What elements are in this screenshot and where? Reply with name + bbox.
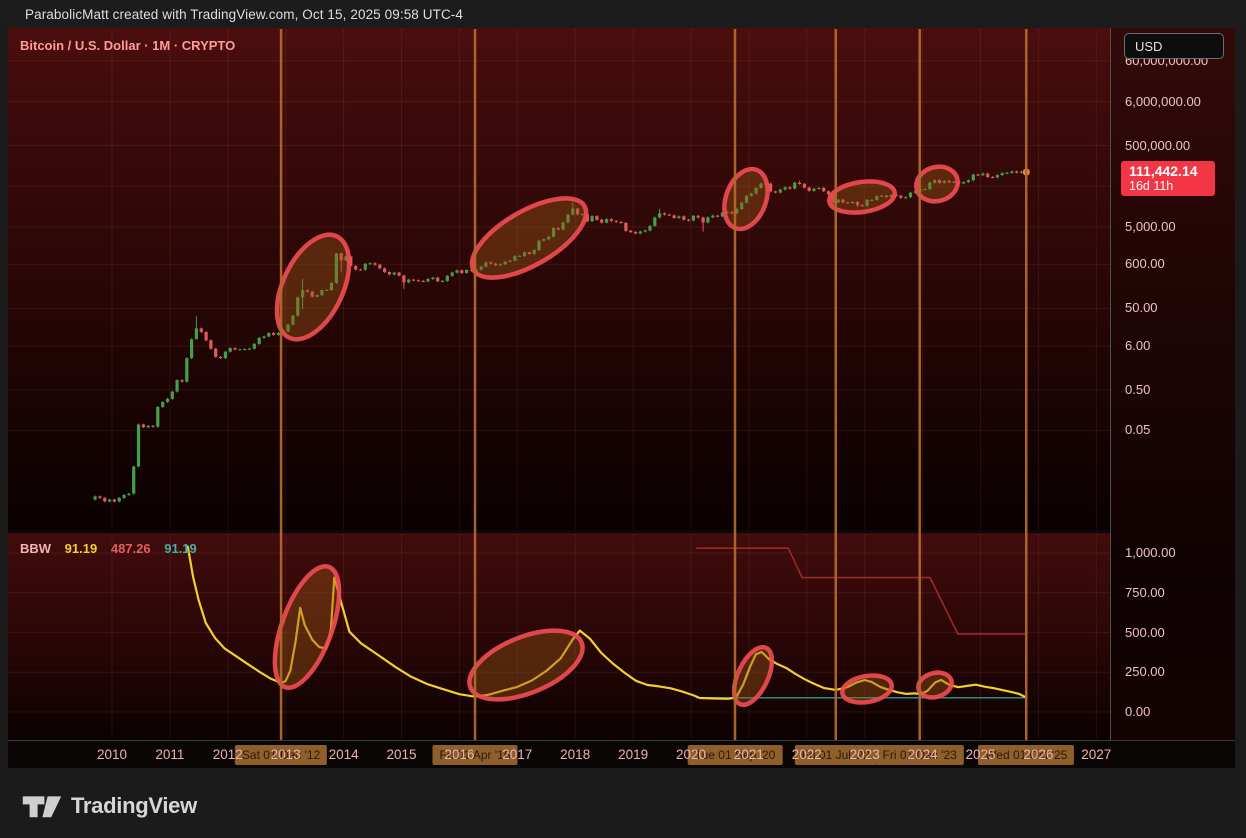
year-tick-label: 2014 — [329, 747, 359, 762]
year-tick-label: 2026 — [1023, 747, 1053, 762]
bbw-legend[interactable]: BBW 91.19 487.26 91.19 — [20, 541, 197, 556]
bbw-highest-line — [697, 548, 1026, 634]
annotation-ellipse[interactable] — [827, 178, 897, 217]
year-tick-label: 2012 — [213, 747, 243, 762]
symbol-legend[interactable]: Bitcoin / U.S. Dollar · 1M · CRYPTO — [20, 38, 235, 53]
year-tick-label: 2013 — [271, 747, 301, 762]
annotation-ellipse[interactable] — [262, 558, 353, 695]
bbw-legend-title: BBW — [20, 541, 51, 556]
year-tick-label: 2022 — [792, 747, 822, 762]
year-tick-label: 2016 — [444, 747, 474, 762]
currency-toggle-button[interactable]: USD — [1124, 33, 1224, 59]
annotation-ellipse[interactable] — [915, 669, 954, 701]
year-tick-label: 2011 — [155, 747, 184, 762]
year-tick-label: 2024 — [908, 747, 938, 762]
bbw-pane-graphics[interactable] — [8, 534, 1110, 739]
year-tick-label: 2019 — [618, 747, 648, 762]
bbw-current-value: 91.19 — [65, 541, 98, 556]
year-tick-label: 2021 — [734, 747, 764, 762]
bbw-lowest-value: 91.19 — [164, 541, 197, 556]
year-tick-label: 2020 — [676, 747, 706, 762]
price-pane-graphics[interactable] — [8, 29, 1110, 529]
currency-toggle-label: USD — [1135, 39, 1162, 54]
bar-countdown: 16d 11h — [1129, 179, 1215, 193]
year-tick-label: 2023 — [850, 747, 880, 762]
bbw-highest-value: 487.26 — [111, 541, 151, 556]
annotation-ellipse[interactable] — [460, 183, 598, 294]
annotation-ellipse[interactable] — [717, 163, 776, 235]
year-tick-label: 2027 — [1081, 747, 1111, 762]
year-tick-label: 2018 — [560, 747, 590, 762]
last-price-value: 111,442.14 — [1129, 163, 1215, 179]
annotation-ellipse[interactable] — [460, 617, 592, 714]
year-tick-label: 2025 — [965, 747, 995, 762]
annotation-ellipse[interactable] — [262, 224, 364, 351]
annotation-ellipse[interactable] — [840, 672, 894, 706]
year-tick-label: 2017 — [502, 747, 532, 762]
last-price-label[interactable]: 111,442.14 16d 11h — [1121, 161, 1215, 196]
year-tick-label: 2010 — [97, 747, 127, 762]
chart-canvas[interactable] — [0, 0, 1246, 838]
tradingview-screenshot: ParabolicMatt created with TradingView.c… — [0, 0, 1246, 838]
year-tick-label: 2015 — [386, 747, 416, 762]
